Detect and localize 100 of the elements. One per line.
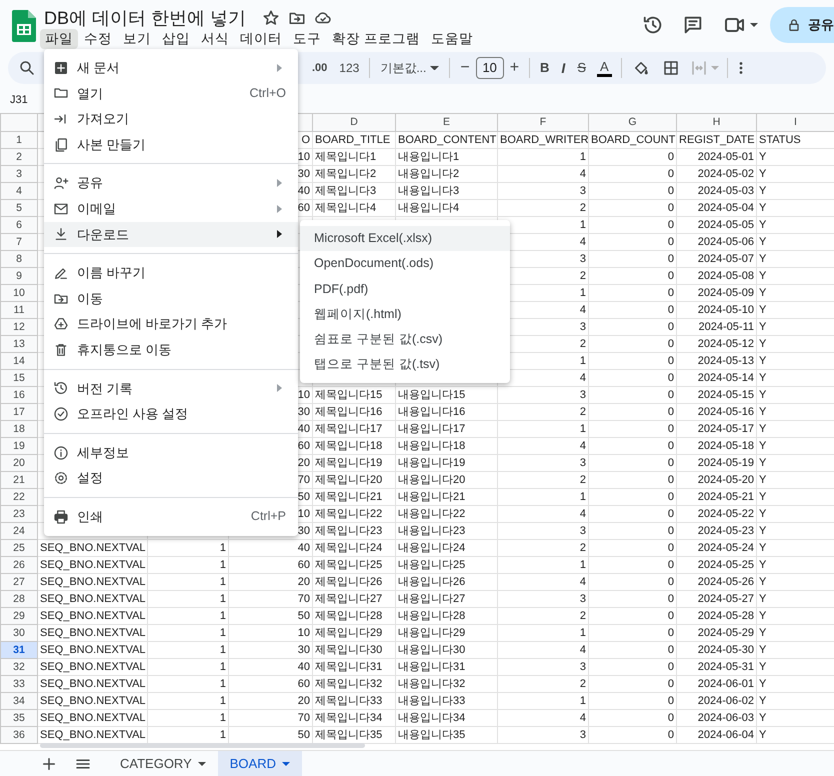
table-cell[interactable]: 0 [588, 658, 676, 676]
table-cell[interactable]: 20 [228, 692, 312, 710]
table-cell[interactable]: 0 [588, 284, 676, 302]
table-cell[interactable]: 40 [228, 658, 312, 676]
menu-item[interactable]: 사본 만들기 [44, 132, 298, 158]
table-cell[interactable]: 1 [148, 676, 228, 692]
menu-item[interactable]: 다운로드 [44, 222, 298, 248]
table-cell[interactable]: BOARD_WRITER [498, 132, 588, 148]
table-cell[interactable]: 내용입니다24 [396, 540, 498, 556]
row-number[interactable]: 14 [0, 352, 38, 370]
table-cell[interactable]: SEQ_BNO.NEXTVAL [38, 624, 148, 642]
row-number[interactable]: 36 [0, 726, 38, 744]
table-cell[interactable]: 1 [148, 590, 228, 608]
table-cell[interactable]: 4 [498, 642, 588, 658]
table-cell[interactable]: 0 [588, 302, 676, 318]
table-cell[interactable]: 0 [588, 454, 676, 472]
table-cell[interactable]: 2024-05-22 [676, 506, 756, 522]
table-cell[interactable]: SEQ_BNO.NEXTVAL [38, 710, 148, 726]
font-dropdown[interactable]: 기본값... [374, 59, 446, 77]
table-cell[interactable]: 2024-05-12 [676, 336, 756, 352]
row-number[interactable]: 16 [0, 386, 38, 404]
table-cell[interactable]: 제목입니다4 [312, 200, 396, 216]
table-cell[interactable]: 1 [148, 556, 228, 574]
table-cell[interactable]: 50 [228, 608, 312, 624]
row-number[interactable]: 29 [0, 608, 38, 624]
menu-item[interactable]: 인쇄 Ctrl+P [44, 504, 298, 530]
table-cell[interactable]: 2024-05-30 [676, 642, 756, 658]
table-cell[interactable]: 내용입니다17 [396, 420, 498, 438]
table-cell[interactable]: 1 [498, 148, 588, 166]
table-cell[interactable]: 제목입니다28 [312, 608, 396, 624]
table-cell[interactable]: 2024-05-08 [676, 268, 756, 284]
table-cell[interactable]: 0 [588, 216, 676, 234]
menu-item[interactable]: 파일 [40, 29, 78, 49]
row-number[interactable]: 8 [0, 250, 38, 268]
table-cell[interactable]: 30 [228, 642, 312, 658]
text-color-button[interactable]: A [596, 60, 612, 76]
column-header[interactable]: I [756, 114, 834, 132]
table-cell[interactable]: 2024-06-02 [676, 692, 756, 710]
row-number[interactable]: 28 [0, 590, 38, 608]
table-cell[interactable]: 제목입니다22 [312, 506, 396, 522]
table-cell[interactable]: 0 [588, 352, 676, 370]
table-cell[interactable]: BOARD_TITLE [312, 132, 396, 148]
table-cell[interactable]: 40 [228, 540, 312, 556]
table-cell[interactable]: 2024-05-26 [676, 574, 756, 590]
table-cell[interactable]: 0 [588, 438, 676, 454]
table-cell[interactable]: 2024-05-14 [676, 370, 756, 386]
table-cell[interactable]: 제목입니다23 [312, 522, 396, 540]
table-cell[interactable]: SEQ_BNO.NEXTVAL [38, 590, 148, 608]
table-cell[interactable]: 2024-05-04 [676, 200, 756, 216]
table-cell[interactable]: 0 [588, 148, 676, 166]
row-number[interactable]: 23 [0, 506, 38, 522]
table-cell[interactable]: SEQ_BNO.NEXTVAL [38, 692, 148, 710]
table-cell[interactable]: 10 [228, 624, 312, 642]
table-cell[interactable]: 2 [498, 404, 588, 420]
table-cell[interactable]: 내용입니다26 [396, 574, 498, 590]
table-cell[interactable]: 2024-06-04 [676, 726, 756, 744]
table-cell[interactable]: 1 [498, 692, 588, 710]
table-cell[interactable]: 3 [498, 522, 588, 540]
menu-item[interactable]: 설정 [44, 465, 298, 491]
table-cell[interactable]: 0 [588, 420, 676, 438]
row-number[interactable]: 32 [0, 658, 38, 676]
merge-cells-button[interactable] [690, 59, 719, 77]
decimal-button[interactable]: .00 [306, 60, 334, 76]
table-cell[interactable]: 내용입니다4 [396, 200, 498, 216]
row-number[interactable]: 11 [0, 302, 38, 318]
table-cell[interactable]: 제목입니다30 [312, 642, 396, 658]
table-cell[interactable]: 2024-06-01 [676, 676, 756, 692]
table-cell[interactable]: 제목입니다24 [312, 540, 396, 556]
table-cell[interactable]: 2024-05-03 [676, 182, 756, 200]
row-number[interactable]: 31 [0, 642, 38, 658]
table-cell[interactable]: 4 [498, 574, 588, 590]
table-cell[interactable]: 0 [588, 676, 676, 692]
table-cell[interactable]: 2024-05-18 [676, 438, 756, 454]
table-cell[interactable]: 내용입니다31 [396, 658, 498, 676]
table-cell[interactable]: 20 [228, 574, 312, 590]
menu-item[interactable]: 열기 Ctrl+O [44, 80, 298, 106]
table-cell[interactable]: 내용입니다30 [396, 642, 498, 658]
table-cell[interactable]: SEQ_BNO.NEXTVAL [38, 574, 148, 590]
table-cell[interactable]: 4 [498, 438, 588, 454]
table-cell[interactable]: 제목입니다2 [312, 166, 396, 182]
table-cell[interactable]: 내용입니다35 [396, 726, 498, 744]
table-cell[interactable]: 70 [228, 590, 312, 608]
history-icon[interactable] [642, 14, 664, 36]
row-number[interactable]: 19 [0, 438, 38, 454]
table-cell[interactable]: 내용입니다33 [396, 692, 498, 710]
table-cell[interactable]: BOARD_COUNT [588, 132, 676, 148]
row-number[interactable]: 12 [0, 318, 38, 336]
table-cell[interactable]: 0 [588, 590, 676, 608]
menu-item[interactable]: 데이터 [235, 29, 287, 49]
menu-item[interactable]: 가져오기 [44, 106, 298, 132]
table-cell[interactable]: 0 [588, 540, 676, 556]
menu-item[interactable]: 드라이브에 바로가기 추가 [44, 311, 298, 337]
format-button[interactable]: 123 [333, 59, 366, 77]
column-header[interactable]: D [312, 114, 396, 132]
row-number[interactable]: 26 [0, 556, 38, 574]
row-number[interactable]: 4 [0, 182, 38, 200]
table-cell[interactable]: 내용입니다21 [396, 488, 498, 506]
table-cell[interactable]: 내용입니다20 [396, 472, 498, 488]
table-cell[interactable]: 1 [498, 420, 588, 438]
table-cell[interactable]: SEQ_BNO.NEXTVAL [38, 642, 148, 658]
